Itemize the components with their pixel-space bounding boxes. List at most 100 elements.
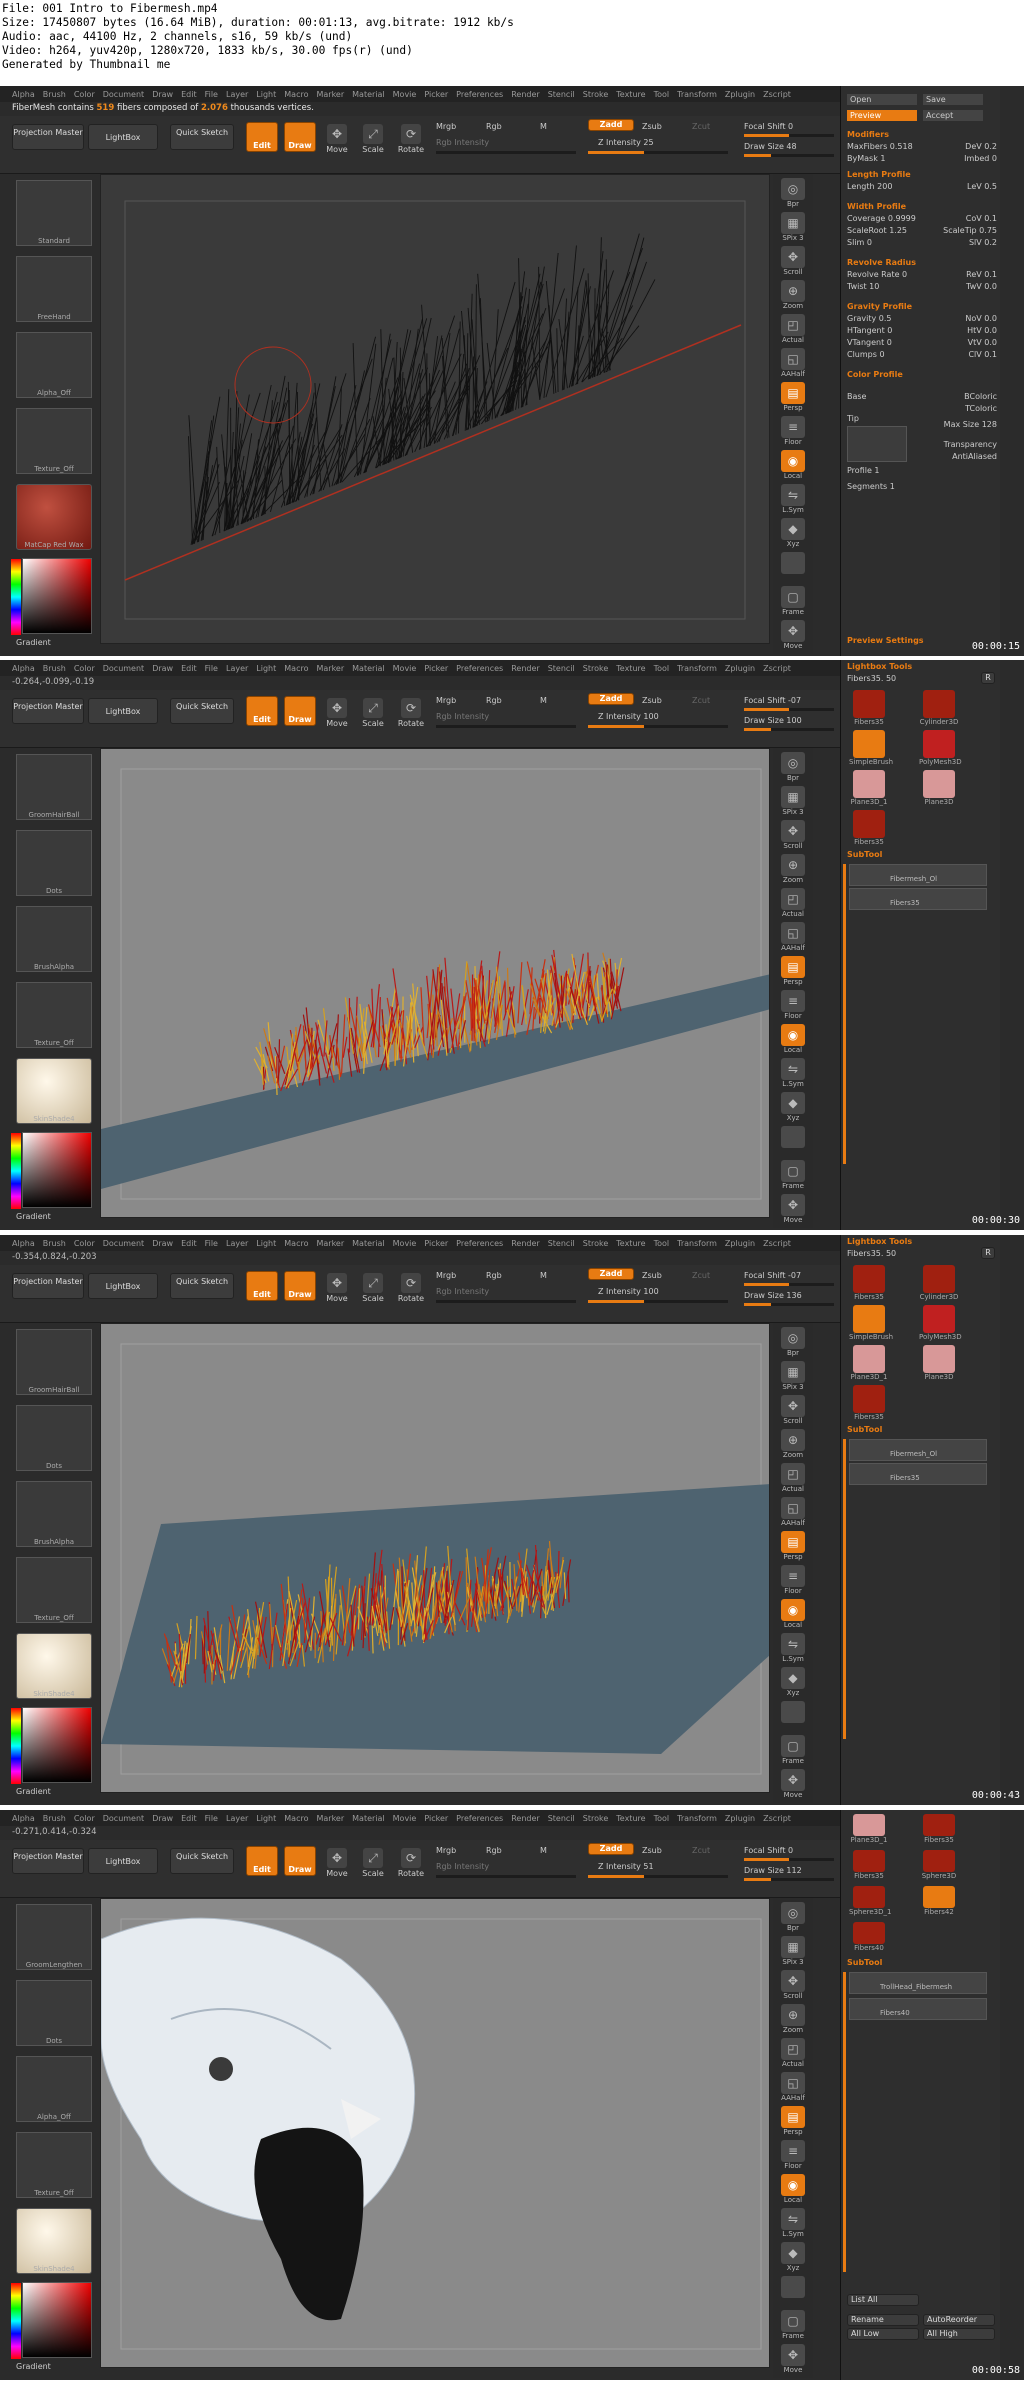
tool-thumb-7[interactable]: Fibers40 (849, 1922, 889, 1960)
fiber-modifiers[interactable]: Modifiers (847, 130, 997, 139)
menu-draw[interactable]: Draw (152, 90, 173, 99)
subtool-scrollbar[interactable] (843, 864, 846, 1164)
view-button-13[interactable]: ✥ Move (777, 1194, 809, 1228)
brush-slot-5[interactable]: SkinShade4 (16, 1633, 92, 1699)
subtool-scrollbar[interactable] (843, 1439, 846, 1739)
fiber-vtv[interactable]: VtV 0.0 (937, 338, 997, 347)
zcut-toggle[interactable]: Zcut (692, 1846, 710, 1855)
subtool-autoreorder-button[interactable]: AutoReorder (923, 2314, 995, 2326)
brush-slot-5[interactable]: SkinShade4 (16, 1058, 92, 1124)
view-button-4[interactable]: ◰ Actual (777, 314, 809, 348)
view-button-13[interactable]: ✥ Move (777, 2344, 809, 2378)
rgb-toggle[interactable]: Rgb (486, 696, 502, 705)
menu-stencil[interactable]: Stencil (548, 1239, 575, 1248)
draw-size-label[interactable]: Draw Size 112 (744, 1866, 802, 1875)
brush-slot-3[interactable]: BrushAlpha (16, 1481, 92, 1547)
menu-zscript[interactable]: Zscript (763, 1239, 791, 1248)
menu-render[interactable]: Render (511, 664, 539, 673)
view-button-2[interactable]: ✥ Scroll (777, 820, 809, 854)
subtool-rename-button[interactable]: Rename (847, 2314, 919, 2326)
m-toggle[interactable]: M (540, 696, 547, 705)
view-button-7[interactable]: ≡ Floor (777, 416, 809, 450)
focal-shift-slider[interactable] (744, 1283, 834, 1286)
menu-light[interactable]: Light (256, 90, 276, 99)
zsub-toggle[interactable]: Zsub (642, 1846, 662, 1855)
menu-movie[interactable]: Movie (393, 1239, 417, 1248)
scale-button[interactable]: ⤢ Scale (358, 698, 388, 728)
focal-shift-label[interactable]: Focal Shift 0 (744, 1846, 793, 1855)
menu-material[interactable]: Material (352, 1239, 385, 1248)
menu-color[interactable]: Color (74, 1239, 95, 1248)
canvas-viewport[interactable] (100, 1323, 770, 1793)
z-intensity-label[interactable]: Z Intensity 100 (598, 1287, 659, 1296)
focal-shift-label[interactable]: Focal Shift -07 (744, 1271, 801, 1280)
brush-slot-1[interactable]: GroomLengthen (16, 1904, 92, 1970)
view-button-0[interactable]: ◎ Bpr (777, 1902, 809, 1936)
r-button[interactable]: R (981, 1247, 995, 1259)
view-button-13[interactable]: ✥ Move (777, 620, 809, 654)
menu-preferences[interactable]: Preferences (456, 1814, 503, 1823)
draw-size-slider[interactable] (744, 1878, 834, 1881)
view-button-10[interactable]: ◆ Xyz (777, 518, 809, 552)
focal-shift-slider[interactable] (744, 708, 834, 711)
view-button-8[interactable]: ◉ Local (777, 2174, 809, 2208)
menu-stencil[interactable]: Stencil (548, 664, 575, 673)
menu-stencil[interactable]: Stencil (548, 90, 575, 99)
view-button-2[interactable]: ✥ Scroll (777, 246, 809, 280)
subtool-item-1[interactable]: Fibermesh_Ol (849, 864, 987, 886)
menu-edit[interactable]: Edit (181, 1239, 197, 1248)
canvas-viewport[interactable] (100, 748, 770, 1218)
move-button[interactable]: ✥ Move (322, 124, 352, 154)
tool-thumb-5[interactable]: Plane3D_1 (849, 770, 889, 808)
view-button-1[interactable]: ▦ SPix 3 (777, 1361, 809, 1395)
fiber-tcolor[interactable]: TColoric (937, 404, 997, 413)
r-button[interactable]: R (981, 672, 995, 684)
brush-slot-4[interactable]: Texture_Off (16, 1557, 92, 1623)
menu-brush[interactable]: Brush (43, 1239, 66, 1248)
menu-file[interactable]: File (205, 664, 218, 673)
view-button-12[interactable]: ▢ Frame (777, 2310, 809, 2344)
color-picker[interactable] (11, 558, 92, 635)
view-button-0[interactable]: ◎ Bpr (777, 178, 809, 212)
subtool-item-2[interactable]: Fibers40 (849, 1998, 987, 2020)
fiber-antialiased[interactable]: AntiAliased (937, 452, 997, 461)
scale-button[interactable]: ⤢ Scale (358, 1848, 388, 1878)
brush-slot-2[interactable]: Dots (16, 1405, 92, 1471)
brush-slot-5[interactable]: MatCap Red Wax (16, 484, 92, 550)
tool-thumb-3[interactable]: SimpleBrush (849, 1305, 893, 1343)
menu-brush[interactable]: Brush (43, 1814, 66, 1823)
brush-slot-3[interactable]: Alpha_Off (16, 2056, 92, 2122)
menu-layer[interactable]: Layer (226, 90, 248, 99)
draw-button[interactable]: Draw (284, 122, 316, 152)
menu-picker[interactable]: Picker (424, 1814, 448, 1823)
menu-file[interactable]: File (205, 1239, 218, 1248)
rgb-toggle[interactable]: Rgb (486, 1271, 502, 1280)
focal-shift-label[interactable]: Focal Shift 0 (744, 122, 793, 131)
mrgb-toggle[interactable]: Mrgb (436, 1846, 456, 1855)
subtool-list-all-button[interactable]: List All (847, 2294, 919, 2306)
view-button-1[interactable]: ▦ SPix 3 (777, 1936, 809, 1970)
tool-thumb-7[interactable]: Fibers35 (849, 1385, 889, 1423)
brush-slot-3[interactable]: Alpha_Off (16, 332, 92, 398)
menu-texture[interactable]: Texture (616, 1814, 645, 1823)
menu-movie[interactable]: Movie (393, 664, 417, 673)
subtool-all-high-button[interactable]: All High (923, 2328, 995, 2340)
edit-button[interactable]: Edit (246, 1846, 278, 1876)
menu-document[interactable]: Document (103, 1239, 144, 1248)
menu-layer[interactable]: Layer (226, 1239, 248, 1248)
zadd-button[interactable]: Zadd (588, 1843, 634, 1855)
view-button-5[interactable]: ◱ AAHalf (777, 2072, 809, 2106)
fiber-lev[interactable]: LeV 0.5 (937, 182, 997, 191)
menu-picker[interactable]: Picker (424, 1239, 448, 1248)
rotate-button[interactable]: ⟳ Rotate (396, 124, 426, 154)
subtool-item-1[interactable]: TrollHead_Fibermesh (849, 1972, 987, 1994)
view-button-0[interactable]: ◎ Bpr (777, 752, 809, 786)
fiber-maxsize[interactable]: Max Size 128 (937, 420, 997, 429)
rotate-button[interactable]: ⟳ Rotate (396, 1273, 426, 1303)
m-toggle[interactable]: M (540, 1271, 547, 1280)
fiber-color-profile[interactable]: Color Profile (847, 370, 997, 379)
menu-render[interactable]: Render (511, 90, 539, 99)
view-button-11[interactable] (777, 552, 809, 586)
projection-master-button[interactable]: Projection Master (12, 124, 84, 150)
color-picker[interactable] (11, 2282, 92, 2359)
